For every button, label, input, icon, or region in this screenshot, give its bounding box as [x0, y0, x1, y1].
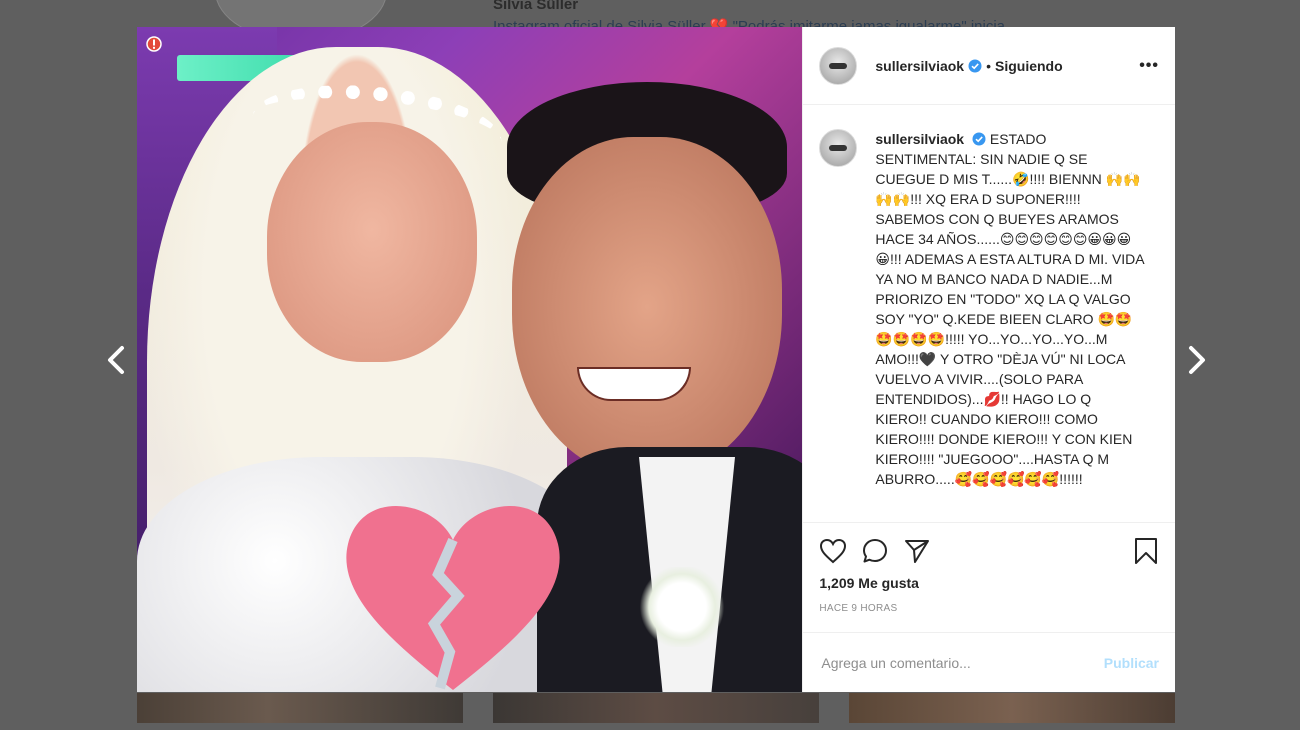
comments-section: sullersilviaok ESTADO SENTIMENTAL: SIN N…	[803, 105, 1175, 522]
background-thumbnail[interactable]	[137, 693, 463, 723]
alert-icon	[146, 36, 162, 52]
action-bar	[819, 533, 1159, 569]
post-actions: 1,209 Me gusta HACE 9 HORAS	[803, 522, 1175, 632]
like-button[interactable]	[819, 538, 847, 564]
post-username[interactable]: sullersilviaok	[875, 58, 964, 74]
caption-text: ESTADO SENTIMENTAL: SIN NADIE Q SE CUEGU…	[875, 131, 1144, 487]
boutonniere-flower	[637, 567, 727, 647]
caption-username[interactable]: sullersilviaok	[875, 131, 964, 147]
broken-heart-icon	[346, 505, 560, 690]
caption-comment: sullersilviaok ESTADO SENTIMENTAL: SIN N…	[875, 129, 1145, 522]
post-photo[interactable]	[137, 27, 803, 692]
post-header: sullersilviaok • Siguiendo •••	[803, 27, 1175, 105]
background-profile-name: Silvia Süller	[493, 0, 579, 13]
avatar[interactable]	[819, 129, 858, 167]
post-timestamp[interactable]: HACE 9 HORAS	[819, 603, 1159, 614]
verified-badge-icon	[968, 59, 982, 72]
save-button[interactable]	[1133, 537, 1159, 565]
next-post-button[interactable]	[1179, 342, 1215, 378]
background-thumbnail[interactable]	[849, 693, 1175, 723]
comment-button[interactable]	[861, 537, 889, 565]
background-thumbnail[interactable]	[493, 693, 819, 723]
previous-post-button[interactable]	[98, 342, 134, 378]
add-comment-bar: Publicar	[803, 632, 1175, 692]
separator-dot: •	[986, 57, 991, 74]
chevron-left-icon	[108, 346, 124, 374]
likes-count[interactable]: 1,209 Me gusta	[819, 575, 1159, 591]
chevron-right-icon	[1189, 346, 1205, 374]
bookmark-icon	[1135, 538, 1157, 564]
following-button[interactable]: Siguiendo	[995, 58, 1063, 74]
paper-plane-icon	[905, 540, 930, 563]
publish-button[interactable]: Publicar	[1104, 655, 1159, 671]
avatar[interactable]	[819, 46, 858, 85]
heart-icon	[820, 538, 847, 564]
share-button[interactable]	[903, 537, 931, 565]
groom-face	[512, 137, 782, 477]
post-side-panel: sullersilviaok • Siguiendo ••• sullersil…	[802, 27, 1175, 692]
comment-icon	[863, 539, 888, 563]
comment-input[interactable]	[819, 653, 1104, 672]
more-options-icon[interactable]: •••	[1139, 57, 1159, 75]
post-modal: sullersilviaok • Siguiendo ••• sullersil…	[137, 27, 1175, 692]
verified-badge-icon	[972, 132, 986, 146]
groom-smile	[577, 367, 691, 401]
